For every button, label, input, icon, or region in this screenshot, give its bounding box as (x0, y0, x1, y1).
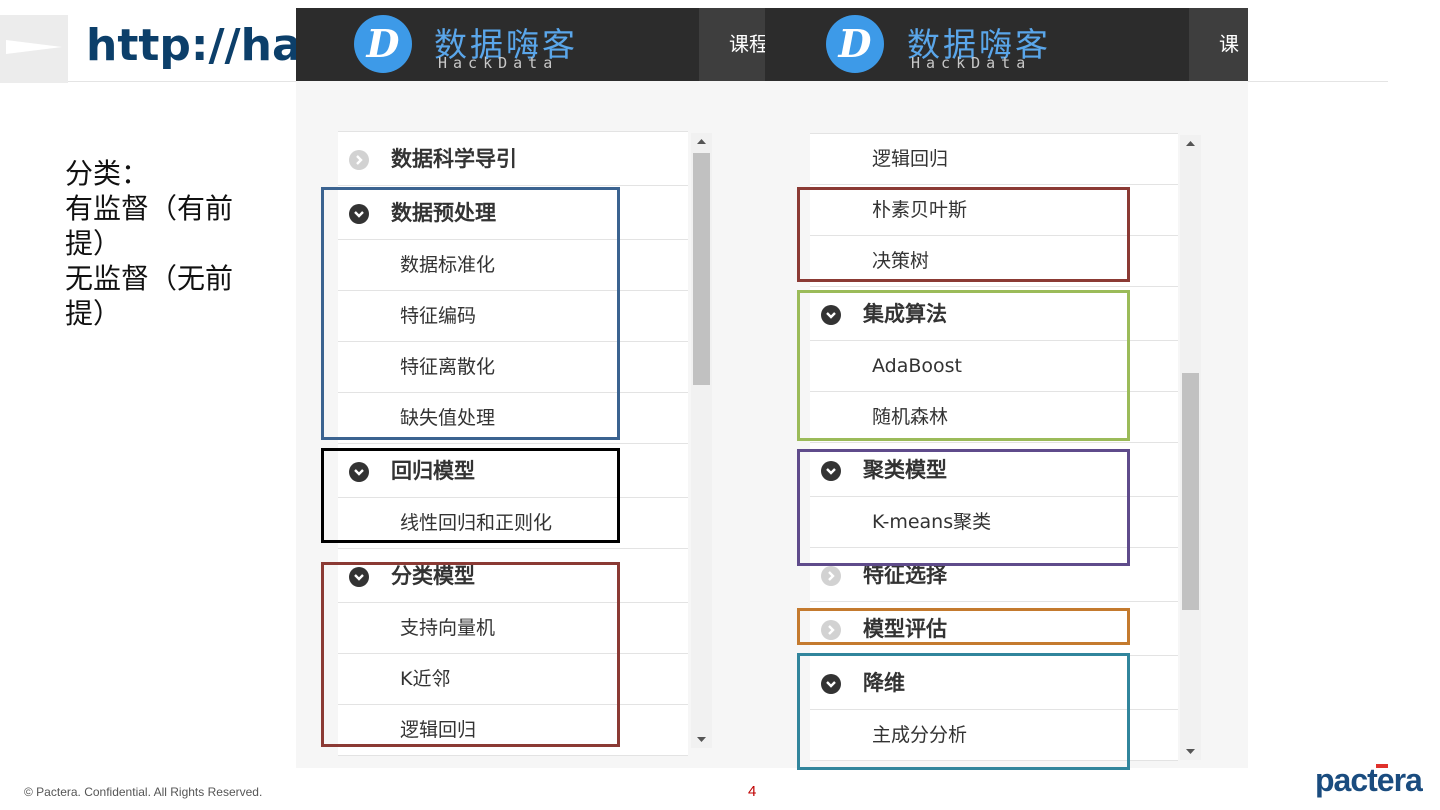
slide-title: http://ha (86, 20, 302, 71)
slide-notes: 分类： 有监督（有前提） 无监督（无前提） (65, 156, 265, 331)
highlight-bayes-tree (797, 187, 1130, 282)
note-line: 分类： (65, 157, 150, 190)
chevron-right-icon (349, 150, 369, 170)
menu-category-intro[interactable]: 数据科学导引 (338, 132, 688, 186)
highlight-dimensionality (797, 653, 1130, 770)
scroll-down-arrow-icon[interactable] (691, 730, 712, 748)
highlight-evaluation (797, 608, 1130, 645)
brand-accent-mark (1376, 764, 1388, 768)
logo-subtext: HackData (438, 54, 559, 72)
page-number: 4 (748, 783, 757, 800)
chevron-right-icon (821, 566, 841, 586)
note-line: 无监督（无前提） (65, 262, 234, 330)
scrollbar-thumb[interactable] (1182, 373, 1199, 610)
site-header: D 数据嗨客 HackData 课程 (296, 8, 765, 81)
scroll-up-arrow-icon[interactable] (691, 133, 712, 151)
nav-tab-courses[interactable]: 课 (1189, 8, 1248, 81)
logo-subtext: HackData (911, 54, 1032, 72)
hackdata-logo-icon[interactable]: D (826, 15, 884, 73)
highlight-ensemble (797, 290, 1130, 441)
triangle-icon (6, 40, 62, 54)
highlight-clustering (797, 449, 1130, 566)
menu-item[interactable]: 逻辑回归 (810, 134, 1178, 185)
scrollbar[interactable] (691, 133, 712, 748)
brand-logo: pactera (1315, 762, 1423, 798)
highlight-regression (321, 448, 620, 543)
scrollbar[interactable] (1180, 135, 1201, 760)
scroll-down-arrow-icon[interactable] (1180, 742, 1201, 760)
highlight-classification (321, 562, 620, 747)
note-line: 有监督（有前提） (65, 192, 234, 260)
scrollbar-thumb[interactable] (693, 153, 710, 385)
slide-marker (0, 15, 68, 83)
nav-tab-courses[interactable]: 课程 (699, 8, 765, 81)
footer-copyright: © Pactera. Confidential. All Rights Rese… (24, 785, 263, 799)
highlight-preprocessing (321, 187, 620, 440)
scroll-up-arrow-icon[interactable] (1180, 135, 1201, 153)
site-header: D 数据嗨客 HackData 课 (765, 8, 1248, 81)
hackdata-logo-icon[interactable]: D (354, 15, 412, 73)
